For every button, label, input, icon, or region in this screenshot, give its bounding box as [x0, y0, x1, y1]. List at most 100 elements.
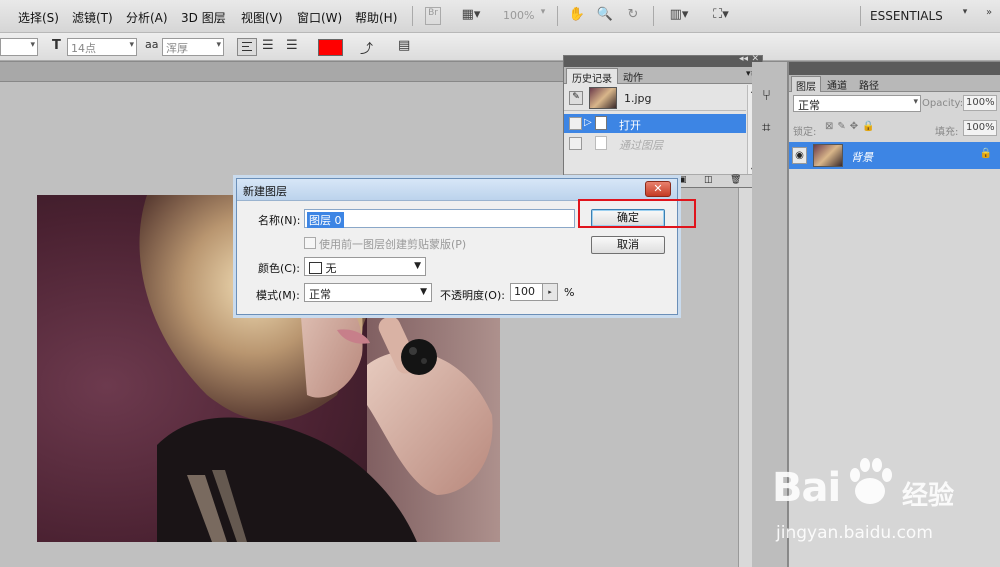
brush-source-icon[interactable]: ✎: [569, 91, 583, 105]
mode-select[interactable]: 正常 ▼: [304, 283, 432, 302]
color-label: 颜色(C):: [258, 262, 300, 275]
align-right-icon[interactable]: ☰: [286, 38, 298, 53]
history-snapshot[interactable]: ✎ 1.jpg: [564, 85, 746, 111]
menu-filter[interactable]: 滤镜(T): [72, 9, 113, 26]
color-select[interactable]: 无 ▼: [304, 257, 426, 276]
watermark-brand-left: Bai: [772, 465, 841, 511]
chevron-down-icon: ▼: [420, 287, 427, 297]
opacity-value: 100: [514, 285, 535, 298]
font-size-select[interactable]: 14点 ▾: [67, 38, 137, 56]
adjustments-icon[interactable]: ⑂: [762, 86, 771, 104]
antialias-select[interactable]: 浑厚 ▾: [162, 38, 224, 56]
history-step-layer[interactable]: 通过图层: [564, 134, 746, 153]
tab-history[interactable]: 历史记录: [566, 68, 618, 85]
name-label: 名称(N):: [258, 214, 301, 227]
color-value: 无: [325, 262, 337, 275]
collapse-icon[interactable]: ◂◂: [739, 54, 748, 64]
close-button[interactable]: ✕: [645, 181, 671, 197]
menu-separator: [860, 6, 861, 26]
hand-tool-icon[interactable]: ✋: [568, 7, 586, 25]
tab-channels[interactable]: 通道: [823, 76, 851, 92]
workspace-switcher[interactable]: ESSENTIALS: [870, 9, 943, 23]
layer-name-value: 图层 0: [307, 212, 344, 228]
layer-name: 背景: [851, 151, 873, 164]
document-view-icon[interactable]: ▦▾: [456, 7, 486, 25]
rotate-view-icon[interactable]: ↻: [624, 7, 642, 25]
chevron-down-icon: ▾: [30, 40, 35, 50]
menu-analysis[interactable]: 分析(A): [126, 9, 168, 26]
zoom-tool-icon[interactable]: 🔍: [596, 7, 614, 25]
chevron-down-icon: ▾: [129, 40, 134, 50]
fill-value[interactable]: 100%: [963, 120, 997, 136]
align-center-icon[interactable]: ☰: [262, 38, 274, 53]
bridge-icon[interactable]: Br: [425, 7, 441, 25]
step-label: 打开: [619, 119, 641, 132]
tab-actions[interactable]: 动作: [618, 68, 648, 84]
opacity-slider-icon[interactable]: ▸: [542, 284, 557, 300]
menu-view[interactable]: 视图(V): [241, 9, 283, 26]
history-tabs: 历史记录 动作 ▾≡: [564, 67, 762, 85]
chevron-down-icon: ▼: [414, 261, 421, 271]
zoom-level[interactable]: 100%: [503, 9, 534, 22]
layers-tabs: 图层 通道 路径: [789, 75, 1000, 93]
expand-icon[interactable]: »: [982, 7, 996, 25]
mode-label: 模式(M):: [256, 289, 300, 302]
menu-help[interactable]: 帮助(H): [355, 9, 397, 26]
workspace-dropdown-icon[interactable]: ▾: [960, 7, 970, 25]
cancel-button[interactable]: 取消: [591, 236, 665, 254]
blend-mode-select[interactable]: 正常 ▾: [793, 95, 921, 112]
font-size-value: 14点: [71, 42, 96, 55]
new-document-icon[interactable]: ▣: [678, 175, 687, 185]
menu-select[interactable]: 选择(S): [18, 9, 59, 26]
trash-icon[interactable]: 🗑: [730, 175, 741, 185]
menu-separator: [653, 6, 654, 26]
history-step-open[interactable]: ▷ 打开: [564, 114, 746, 133]
blend-mode-value: 正常: [798, 99, 820, 112]
opacity-value[interactable]: 100%: [963, 95, 997, 111]
clipping-mask-checkbox[interactable]: [304, 237, 316, 249]
chevron-down-icon: ▾: [216, 40, 221, 50]
step-label: 通过图层: [619, 139, 663, 152]
tab-paths[interactable]: 路径: [855, 76, 883, 92]
options-bar: ▾ T 14点 ▾ aa 浑厚 ▾ ☰ ☰ ⤴ ▤: [0, 33, 1000, 61]
styles-icon[interactable]: ⌗: [762, 118, 770, 136]
align-left-button[interactable]: [237, 38, 257, 56]
baidu-watermark: Bai 经验 jingyan.baidu.com: [770, 455, 990, 555]
document-icon: [595, 136, 607, 150]
warp-text-icon[interactable]: ⤴: [360, 38, 373, 57]
font-style-select[interactable]: ▾: [0, 38, 38, 56]
arrange-documents-icon[interactable]: ▥▾: [663, 7, 695, 25]
opacity-input[interactable]: 100 ▸: [510, 283, 558, 301]
menu-separator: [412, 6, 413, 26]
new-snapshot-icon[interactable]: ◫: [704, 175, 713, 185]
history-panel: ◂◂ ✕ 历史记录 动作 ▾≡ ✎ 1.jpg ▷ 打开 通过图层 ▲ ▼ ▣ …: [563, 54, 763, 188]
lock-label: 锁定:: [793, 127, 817, 138]
menu-3d[interactable]: 3D 图层: [181, 9, 226, 26]
layers-panel-header: [789, 62, 1000, 75]
annotation-highlight-box: [578, 199, 696, 228]
menu-bar: 选择(S) 滤镜(T) 分析(A) 3D 图层 视图(V) 窗口(W) 帮助(H…: [0, 0, 1000, 33]
menu-separator: [557, 6, 558, 26]
menu-window[interactable]: 窗口(W): [297, 9, 342, 26]
layer-thumbnail: [813, 144, 843, 167]
mode-value: 正常: [309, 288, 331, 301]
opacity-label: 不透明度(O):: [440, 289, 505, 302]
screen-mode-icon[interactable]: ⛶▾: [705, 7, 737, 25]
opacity-label: Opacity:: [922, 98, 964, 109]
document-icon: [595, 116, 607, 130]
layer-name-input[interactable]: 图层 0: [304, 209, 575, 228]
step-checkbox[interactable]: [569, 137, 582, 150]
text-color-swatch[interactable]: [318, 39, 343, 56]
step-checkbox[interactable]: [569, 117, 582, 130]
lock-icons[interactable]: ⊠✎✥🔒: [825, 121, 879, 132]
layer-row-background[interactable]: ◉ 背景 🔒: [789, 142, 1000, 169]
eye-icon[interactable]: ◉: [792, 147, 807, 164]
color-swatch: [309, 262, 322, 274]
watermark-url: jingyan.baidu.com: [776, 523, 933, 543]
dialog-title-bar: 新建图层 ✕: [237, 179, 677, 201]
character-panel-icon[interactable]: ▤: [398, 38, 410, 53]
antialias-value: 浑厚: [166, 42, 188, 55]
clipping-mask-label: 使用前一图层创建剪贴蒙版(P): [319, 238, 467, 251]
zoom-dropdown-icon[interactable]: ▾: [538, 7, 548, 25]
tab-layers[interactable]: 图层: [791, 76, 821, 93]
